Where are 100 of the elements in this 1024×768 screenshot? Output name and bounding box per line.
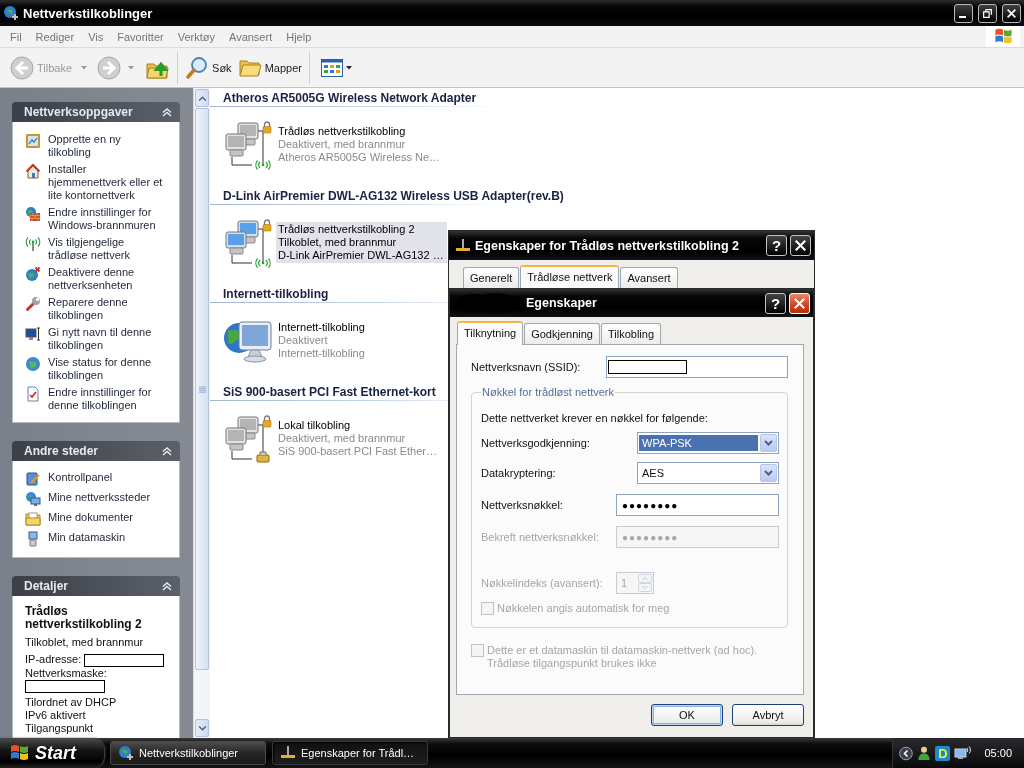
start-button[interactable]: Start	[0, 738, 104, 768]
close-icon	[795, 240, 806, 251]
dropdown-button[interactable]	[760, 464, 777, 482]
field-label: Nøkkelindeks (avansert):	[481, 577, 604, 589]
detail-text: Tilordnet av DHCP	[25, 696, 117, 710]
field-label: Nettverksnavn (SSID):	[471, 361, 582, 373]
task-link[interactable]: Deaktivere denne nettverksenheten	[25, 266, 165, 292]
caret-icon	[81, 65, 88, 70]
text-field[interactable]	[606, 356, 788, 378]
taskbar-button[interactable]: Nettverkstilkoblinger	[110, 741, 266, 765]
connection-name: Trådløs nettverkstilkobling	[278, 125, 406, 138]
network-plug-icon	[280, 745, 296, 761]
user-icon[interactable]	[917, 745, 932, 761]
network-globe-icon	[3, 5, 19, 21]
folders-button[interactable]: Mapper	[234, 50, 305, 85]
dropdown[interactable]: AES	[637, 462, 779, 484]
search-icon	[185, 55, 210, 80]
menu-item[interactable]: Favoritter	[110, 30, 171, 43]
detail-text: Tilgangspunkt	[25, 722, 94, 736]
dropdown-button[interactable]	[760, 434, 777, 452]
connection-status: Deaktivert, med brannmur	[278, 138, 406, 151]
task-link[interactable]: Reparere denne tilkoblingen	[25, 296, 165, 322]
device-name: SiS 900-basert PCI Fast Ether…	[278, 445, 437, 458]
caret-icon	[128, 65, 135, 70]
scroll-down-button[interactable]	[195, 719, 209, 737]
globe-computer-icon	[25, 491, 41, 507]
task-link[interactable]: Mine nettverkssteder	[25, 491, 165, 507]
flag-logo-icon	[10, 744, 30, 762]
search-button[interactable]: Søk	[182, 50, 235, 85]
task-link[interactable]: Mine dokumenter	[25, 511, 165, 527]
document-check-icon	[25, 386, 41, 402]
task-link[interactable]: Opprette en ny tilkobling	[25, 133, 165, 159]
task-link[interactable]: Vis tilgjengelige trådløse nettverk	[25, 236, 165, 262]
connection-status: Tilkoblet, med brannmur	[25, 636, 144, 649]
tab[interactable]: Trådløse nettverk	[520, 265, 620, 289]
taskbar-button[interactable]: Egenskaper for Trådl…	[272, 741, 428, 765]
tab[interactable]: Avansert	[620, 267, 678, 288]
dropdown-value: WPA-PSK	[639, 435, 758, 451]
connection-name: Trådløs nettverkstilkobling 2	[25, 605, 143, 631]
task-link[interactable]: Kontrollpanel	[25, 471, 165, 487]
pane-header[interactable]: Nettverksoppgaver	[12, 102, 180, 122]
connection-tile[interactable]: Trådløs nettverkstilkobling 2 Tilkoblet, med brannmur D-Link AirPremier DWL-AG132 …	[276, 222, 447, 263]
device-name: D-Link AirPremier DWL-AG132 …	[278, 249, 444, 262]
minimize-icon	[959, 15, 966, 18]
close-button[interactable]	[1002, 3, 1021, 23]
group-header: Atheros AR5005G Wireless Network Adapter	[222, 90, 478, 106]
task-link[interactable]: Gi nytt navn til denne tilkoblingen	[25, 326, 165, 352]
cancel-button[interactable]: Avbryt	[732, 704, 804, 726]
help-button[interactable]: ?	[765, 292, 786, 314]
connection-status: Tilkoblet, med brannmur	[278, 236, 397, 249]
chevron-left-icon[interactable]	[899, 745, 914, 761]
detail-label: Nettverksmaske:	[25, 666, 107, 679]
connection-tile[interactable]: Trådløs nettverkstilkobling Deaktivert, med brannmur Atheros AR5005G Wireless Ne…	[276, 124, 443, 165]
grip-icon	[198, 385, 206, 393]
connection-tile[interactable]: Lokal tilkobling Deaktivert, med brannmur SiS 900-basert PCI Fast Ether…	[276, 418, 440, 459]
menu-item[interactable]: Avansert	[222, 30, 280, 43]
caret-icon	[345, 65, 352, 70]
tab[interactable]: Tilkobling	[600, 323, 661, 344]
menu-item[interactable]: Vis	[81, 30, 111, 43]
help-button[interactable]: ?	[766, 235, 787, 256]
globe-cross-icon	[25, 266, 41, 282]
detail-text: IPv6 aktivert	[25, 709, 86, 723]
scroll-up-button[interactable]	[195, 89, 209, 107]
scrollbar-thumb[interactable]	[195, 108, 209, 670]
password-field[interactable]: ●●●●●●●●	[616, 494, 779, 516]
clock: 05:00	[984, 747, 1012, 759]
task-link[interactable]: Endre innstillinger for Windows-brannmuren	[25, 206, 165, 232]
restore-button[interactable]	[978, 3, 997, 23]
tab[interactable]: Tilknytning	[457, 321, 524, 345]
minimize-button[interactable]	[954, 3, 973, 23]
task-link[interactable]: Vise status for denne tilkoblingen	[25, 356, 165, 382]
network-monitor-icon[interactable]	[954, 745, 973, 761]
tab[interactable]: Generelt	[463, 267, 520, 288]
folder-icon	[25, 511, 41, 527]
menu-item[interactable]: Hjelp	[279, 30, 319, 43]
menu-item[interactable]: Rediger	[28, 30, 82, 43]
framed-window-icon	[25, 133, 41, 149]
connection-name: Trådløs nettverkstilkobling 2	[278, 223, 415, 236]
pane-header[interactable]: Detaljer	[12, 576, 180, 596]
menu-item[interactable]: Fil	[3, 30, 29, 43]
views-icon	[320, 58, 343, 77]
close-button[interactable]	[790, 235, 811, 256]
field-label: Nettverksnøkkel:	[481, 499, 564, 511]
group-header: Internett-tilkobling	[222, 286, 330, 302]
field-label: Datakryptering:	[481, 467, 557, 479]
task-link[interactable]: Installer hjemmenettverk eller et lite kontornettverk	[25, 163, 165, 202]
connection-name: Lokal tilkobling	[278, 419, 351, 432]
restore-icon	[983, 8, 992, 18]
network-globe-icon	[118, 745, 134, 761]
pane-header[interactable]: Andre steder	[12, 441, 180, 461]
task-link[interactable]: Endre innstillinger for denne tilkoblingen	[25, 386, 165, 412]
brick-wall-icon	[25, 206, 41, 222]
menu-item[interactable]: Verktøy	[170, 30, 222, 43]
task-link[interactable]: Min datamaskin	[25, 531, 165, 547]
connection-tile[interactable]: Internett-tilkobling Deaktivert Internett-tilkobling	[276, 320, 439, 361]
checkbox-label: Nøkkelen angis automatisk for meg	[497, 602, 670, 614]
ok-button[interactable]: OK	[651, 704, 723, 726]
wrench-icon	[25, 296, 41, 312]
tab[interactable]: Godkjenning	[524, 323, 600, 344]
dropdown[interactable]: WPA-PSK	[637, 432, 779, 454]
